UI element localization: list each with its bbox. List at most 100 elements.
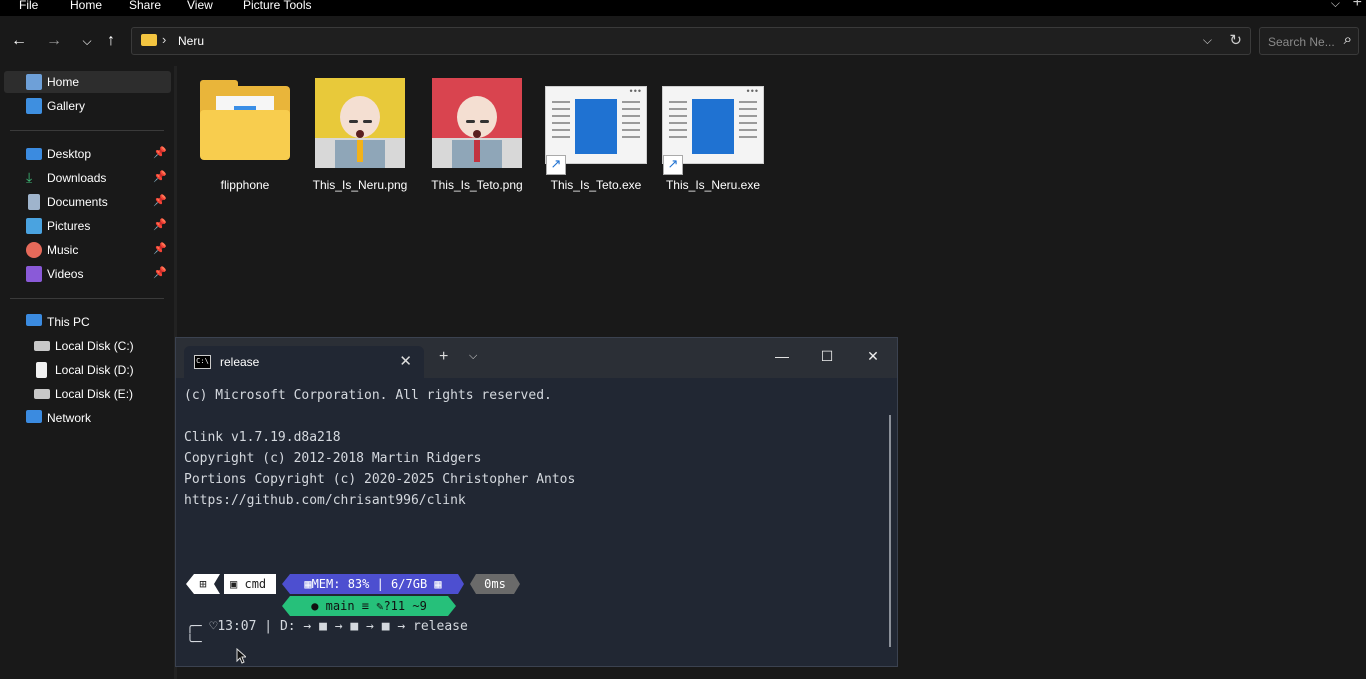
maximize-icon[interactable]: ☐	[817, 348, 837, 365]
pin-icon[interactable]: 📌	[153, 170, 167, 183]
sidebar-item-gallery[interactable]: Gallery	[4, 95, 171, 117]
computer-icon	[26, 314, 42, 326]
shortcut-arrow-icon: ↗	[546, 155, 566, 175]
home-icon	[26, 74, 42, 90]
menu-share[interactable]: Share	[129, 0, 161, 12]
network-icon	[26, 410, 42, 423]
terminal-line: https://github.com/chrisant996/clink	[184, 493, 466, 508]
refresh-icon[interactable]: ↻	[1229, 31, 1242, 49]
sidebar-item-network[interactable]: Network	[4, 407, 171, 429]
folder-icon: ■	[381, 619, 390, 634]
pin-icon[interactable]: 📌	[153, 218, 167, 231]
file-name: flipphone	[220, 178, 270, 192]
terminal-tab[interactable]: C:\ release ✕	[184, 346, 424, 378]
breadcrumb-separator-icon: ›	[162, 32, 167, 47]
folder-icon: ■	[350, 619, 359, 634]
drive-icon	[36, 362, 47, 378]
search-placeholder: Search Ne...	[1268, 35, 1335, 49]
search-icon[interactable]: ⌕	[1344, 31, 1352, 48]
sidebar-item-label: Local Disk (E:)	[55, 387, 134, 401]
documents-icon	[28, 194, 40, 210]
back-arrow-icon[interactable]: ←	[7, 30, 31, 52]
address-bar[interactable]: › Neru ⌵ ↻	[131, 27, 1251, 55]
exe-thumbnail: ••• ↗	[662, 86, 764, 175]
forward-arrow-icon[interactable]: →	[42, 30, 66, 52]
sidebar-item-videos[interactable]: Videos 📌	[4, 263, 171, 285]
pictures-icon	[26, 218, 42, 234]
sidebar-item-desktop[interactable]: Desktop 📌	[4, 143, 171, 165]
sidebar-item-downloads[interactable]: ⤓ Downloads 📌	[4, 167, 171, 189]
menu-view[interactable]: View	[187, 0, 213, 12]
sidebar-item-label: Home	[47, 75, 80, 89]
image-thumbnail	[315, 78, 405, 168]
minimize-icon[interactable]: —	[772, 348, 792, 364]
close-window-icon[interactable]: ✕	[863, 348, 883, 365]
sidebar-item-label: Local Disk (C:)	[55, 339, 134, 353]
close-tab-icon[interactable]: ✕	[399, 352, 412, 370]
menu-home[interactable]: Home	[70, 0, 102, 12]
sidebar-item-label: Pictures	[47, 219, 91, 233]
prompt-line: ╭─ ♡13:07 | D: → ■ → ■ → ■ → release	[186, 619, 468, 634]
sidebar-item-label: Gallery	[47, 99, 86, 113]
ribbon-menu-bar: File Home Share View Picture Tools ⌵ +	[0, 0, 1366, 16]
pin-icon[interactable]: 📌	[153, 194, 167, 207]
file-name: This_Is_Neru.exe	[665, 178, 761, 192]
sidebar-item-label: This PC	[47, 315, 90, 329]
file-name: This_Is_Teto.exe	[550, 178, 642, 192]
tab-dropdown-icon[interactable]: ⌵	[469, 350, 477, 363]
navigation-bar: ← → ⌵ ↑ › Neru ⌵ ↻ Search Ne... ⌕	[0, 26, 1366, 56]
sidebar-item-documents[interactable]: Documents 📌	[4, 191, 171, 213]
git-status: main ≡ ✎?11 ~9	[325, 599, 427, 613]
terminal-line: Portions Copyright (c) 2020-2025 Christo…	[184, 472, 576, 487]
drive-icon	[34, 389, 50, 399]
pin-icon[interactable]: 📌	[153, 242, 167, 255]
shortcut-arrow-icon: ↗	[663, 155, 683, 175]
sidebar-item-disk-e[interactable]: Local Disk (E:)	[4, 383, 171, 405]
file-item-shortcut[interactable]: ••• ↗ This_Is_Teto.exe	[541, 76, 651, 196]
menu-file[interactable]: File	[19, 0, 38, 12]
exe-thumbnail: ••• ↗	[545, 86, 647, 175]
sidebar-item-label: Documents	[47, 195, 108, 209]
mouse-pointer-icon	[236, 648, 246, 664]
search-box[interactable]: Search Ne... ⌕	[1259, 27, 1359, 55]
tab-title: release	[220, 355, 260, 369]
prompt-current-dir: release	[413, 619, 468, 634]
sidebar-item-pictures[interactable]: Pictures 📌	[4, 215, 171, 237]
sidebar-item-disk-c[interactable]: Local Disk (C:)	[4, 335, 171, 357]
ribbon-expand-icon[interactable]: ⌵	[1331, 0, 1340, 11]
shell-name: cmd	[244, 577, 267, 591]
sidebar-item-disk-d[interactable]: Local Disk (D:)	[4, 359, 171, 381]
file-item-image[interactable]: This_Is_Neru.png	[305, 76, 415, 196]
prompt-git-segment: ● main ≡ ✎?11 ~9	[282, 596, 456, 616]
new-tab-icon[interactable]: +	[439, 348, 448, 366]
recent-locations-chevron-icon[interactable]: ⌵	[75, 30, 99, 52]
sidebar-item-this-pc[interactable]: This PC	[4, 311, 171, 333]
menu-picture-tools[interactable]: Picture Tools	[243, 0, 311, 12]
breadcrumb-neru[interactable]: Neru	[178, 34, 204, 48]
terminal-scrollbar[interactable]	[889, 415, 891, 647]
pin-icon[interactable]: 📌	[153, 146, 167, 159]
sidebar-item-home[interactable]: Home	[4, 71, 171, 93]
prompt-duration-segment: 0ms	[470, 574, 520, 594]
sidebar-item-label: Desktop	[47, 147, 92, 161]
sidebar-item-music[interactable]: Music 📌	[4, 239, 171, 261]
sidebar-item-label: Network	[47, 411, 92, 425]
file-item-folder[interactable]: flipphone	[190, 76, 300, 196]
terminal-line: Clink v1.7.19.d8a218	[184, 430, 341, 445]
pin-icon[interactable]: 📌	[153, 266, 167, 279]
sidebar-item-label: Downloads	[47, 171, 107, 185]
file-item-shortcut[interactable]: ••• ↗ This_Is_Neru.exe	[658, 76, 768, 196]
sidebar-item-label: Local Disk (D:)	[55, 363, 134, 377]
prompt-input-line[interactable]: ╰─	[186, 635, 202, 650]
chip-icon: ▦	[434, 577, 442, 591]
file-item-image[interactable]: This_Is_Teto.png	[422, 76, 532, 196]
sidebar-item-label: Videos	[47, 267, 84, 281]
address-dropdown-icon[interactable]: ⌵	[1203, 33, 1212, 48]
new-tab-plus-icon[interactable]: +	[1353, 0, 1362, 12]
memory-usage: MEM: 83% | 6/7GB	[311, 577, 428, 591]
drive-icon	[34, 341, 50, 351]
prompt-shell-segment: ▣ cmd	[224, 574, 276, 594]
up-arrow-icon[interactable]: ↑	[99, 30, 123, 52]
sidebar-divider	[10, 298, 164, 299]
sidebar-divider	[10, 130, 164, 131]
